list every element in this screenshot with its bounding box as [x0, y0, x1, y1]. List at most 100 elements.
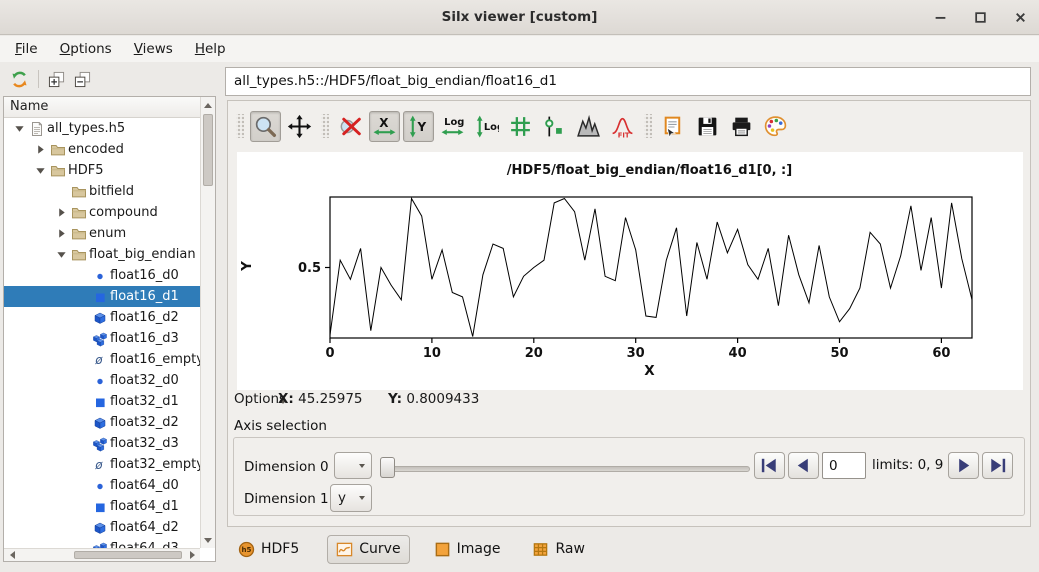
previous-frame-button[interactable]: [788, 452, 819, 479]
refresh-button[interactable]: [10, 70, 29, 89]
scroll-up-icon[interactable]: [201, 97, 215, 112]
tree-item-float32_d2[interactable]: float32_d2: [4, 412, 200, 433]
tree-item-float32_d1[interactable]: float32_d1: [4, 391, 200, 412]
cube-icon: [90, 520, 110, 536]
reset-zoom-button[interactable]: [335, 111, 366, 142]
pan-mode-button[interactable]: [284, 111, 315, 142]
toolbar-drag-handle[interactable]: [236, 114, 244, 138]
print-button[interactable]: [726, 111, 757, 142]
tree-item-label: enum: [89, 226, 126, 241]
tree-item-label: float16_d0: [110, 268, 179, 283]
tab-label: Image: [457, 541, 501, 557]
expander-closed-icon[interactable]: [33, 144, 48, 155]
horizontal-scroll-thumb[interactable]: [74, 551, 182, 559]
tree-item-label: float32_d1: [110, 394, 179, 409]
folder-icon: [48, 163, 68, 179]
toolbar-drag-handle[interactable]: [321, 114, 329, 138]
x-autoscale-button[interactable]: X: [369, 111, 400, 142]
tree-item-float32_d3[interactable]: float32_d3: [4, 433, 200, 454]
dot-icon: [90, 373, 110, 389]
image-tab-icon: [434, 541, 451, 558]
collapse-all-button[interactable]: [74, 71, 91, 88]
fit-button[interactable]: FIT: [607, 111, 638, 142]
save-button[interactable]: [692, 111, 723, 142]
tree-vertical-scrollbar[interactable]: [200, 97, 215, 548]
scroll-right-icon[interactable]: [185, 549, 200, 561]
vertical-scroll-thumb[interactable]: [203, 114, 213, 186]
next-frame-button[interactable]: [948, 452, 979, 479]
tree-item-float64_d1[interactable]: float64_d1: [4, 496, 200, 517]
expander-open-icon[interactable]: [33, 165, 48, 176]
tree-item-float64_d3[interactable]: float64_d3: [4, 538, 200, 548]
expander-open-icon[interactable]: [12, 123, 27, 134]
tree-item-float16_d3[interactable]: float16_d3: [4, 328, 200, 349]
histogram-button[interactable]: [573, 111, 604, 142]
tree-item-float16_d0[interactable]: float16_d0: [4, 265, 200, 286]
menu-file[interactable]: File: [4, 38, 49, 60]
tree-item-label: float64_d0: [110, 478, 179, 493]
raw-tab-icon: [532, 541, 549, 558]
last-frame-button[interactable]: [982, 452, 1013, 479]
tree-item-encoded[interactable]: encoded: [4, 139, 200, 160]
tree-item-float16_d1[interactable]: float16_d1: [4, 286, 200, 307]
tree-item-compound[interactable]: compound: [4, 202, 200, 223]
menu-bar: FileOptionsViewsHelp: [0, 36, 1039, 62]
tree-item-enum[interactable]: enum: [4, 223, 200, 244]
maximize-button[interactable]: [967, 5, 993, 31]
curve-style-button[interactable]: [539, 111, 570, 142]
dimension-0-label: Dimension 0: [244, 459, 329, 475]
minimize-button[interactable]: [927, 5, 953, 31]
toolbar-drag-handle[interactable]: [644, 114, 652, 138]
tree-horizontal-scrollbar[interactable]: [4, 548, 200, 561]
tree-item-float64_d0[interactable]: float64_d0: [4, 475, 200, 496]
frame-slider-thumb[interactable]: [380, 457, 395, 478]
dimension-1-combo[interactable]: y: [330, 484, 372, 512]
first-frame-button[interactable]: [754, 452, 785, 479]
menu-options[interactable]: Options: [49, 38, 123, 60]
tab-raw[interactable]: Raw: [524, 536, 592, 563]
tree-item-all_types.h5[interactable]: all_types.h5: [4, 118, 200, 139]
tree-item-float64_d2[interactable]: float64_d2: [4, 517, 200, 538]
expander-open-icon[interactable]: [54, 249, 69, 260]
scroll-left-icon[interactable]: [4, 549, 19, 561]
dataset-path-field[interactable]: all_types.h5::/HDF5/float_big_endian/flo…: [225, 67, 1031, 96]
tree-item-float16_empty[interactable]: øfloat16_empty: [4, 349, 200, 370]
close-button[interactable]: [1007, 5, 1033, 31]
menu-views[interactable]: Views: [123, 38, 184, 60]
expand-all-button[interactable]: [48, 71, 65, 88]
menu-help[interactable]: Help: [184, 38, 237, 60]
tab-curve[interactable]: Curve: [327, 535, 409, 564]
zoom-mode-button[interactable]: [250, 111, 281, 142]
dimension-0-combo[interactable]: [334, 452, 372, 479]
svg-text:FIT: FIT: [618, 131, 630, 139]
tab-image[interactable]: Image: [426, 536, 509, 563]
grid-toggle-button[interactable]: [505, 111, 536, 142]
tree-item-label: bitfield: [89, 184, 134, 199]
expander-closed-icon[interactable]: [54, 207, 69, 218]
folder-icon: [69, 205, 89, 221]
scroll-down-icon[interactable]: [201, 533, 215, 548]
tree-item-bitfield[interactable]: bitfield: [4, 181, 200, 202]
tree-item-float32_d0[interactable]: float32_d0: [4, 370, 200, 391]
tree-header-name[interactable]: Name: [4, 97, 200, 118]
square-icon: [90, 394, 110, 410]
tab-hdf5[interactable]: h5HDF5: [230, 536, 307, 563]
tree-rows: all_types.h5encodedHDF5 bitfield compound e…: [4, 118, 200, 548]
tree-item-float_big_endian[interactable]: float_big_endian: [4, 244, 200, 265]
y-autoscale-button[interactable]: Y: [403, 111, 434, 142]
tree-item-HDF5[interactable]: HDF5: [4, 160, 200, 181]
tree-item-float32_empty[interactable]: øfloat32_empty: [4, 454, 200, 475]
frame-index-input[interactable]: [822, 452, 866, 479]
copy-snapshot-button[interactable]: [658, 111, 689, 142]
y-log-scale-button[interactable]: Log: [471, 111, 502, 142]
expander-closed-icon[interactable]: [54, 228, 69, 239]
palette-button[interactable]: [760, 111, 791, 142]
frame-slider-track[interactable]: [384, 466, 750, 472]
tab-label: Raw: [555, 541, 584, 557]
dot-icon: [90, 478, 110, 494]
tree-item-float16_d2[interactable]: float16_d2: [4, 307, 200, 328]
tree-item-label: float16_empty: [110, 352, 200, 367]
plot-canvas[interactable]: /HDF5/float_big_endian/float16_d1[0, :] …: [237, 152, 1023, 390]
x-log-scale-button[interactable]: Log: [437, 111, 468, 142]
h5-tab-icon: h5: [238, 541, 255, 558]
